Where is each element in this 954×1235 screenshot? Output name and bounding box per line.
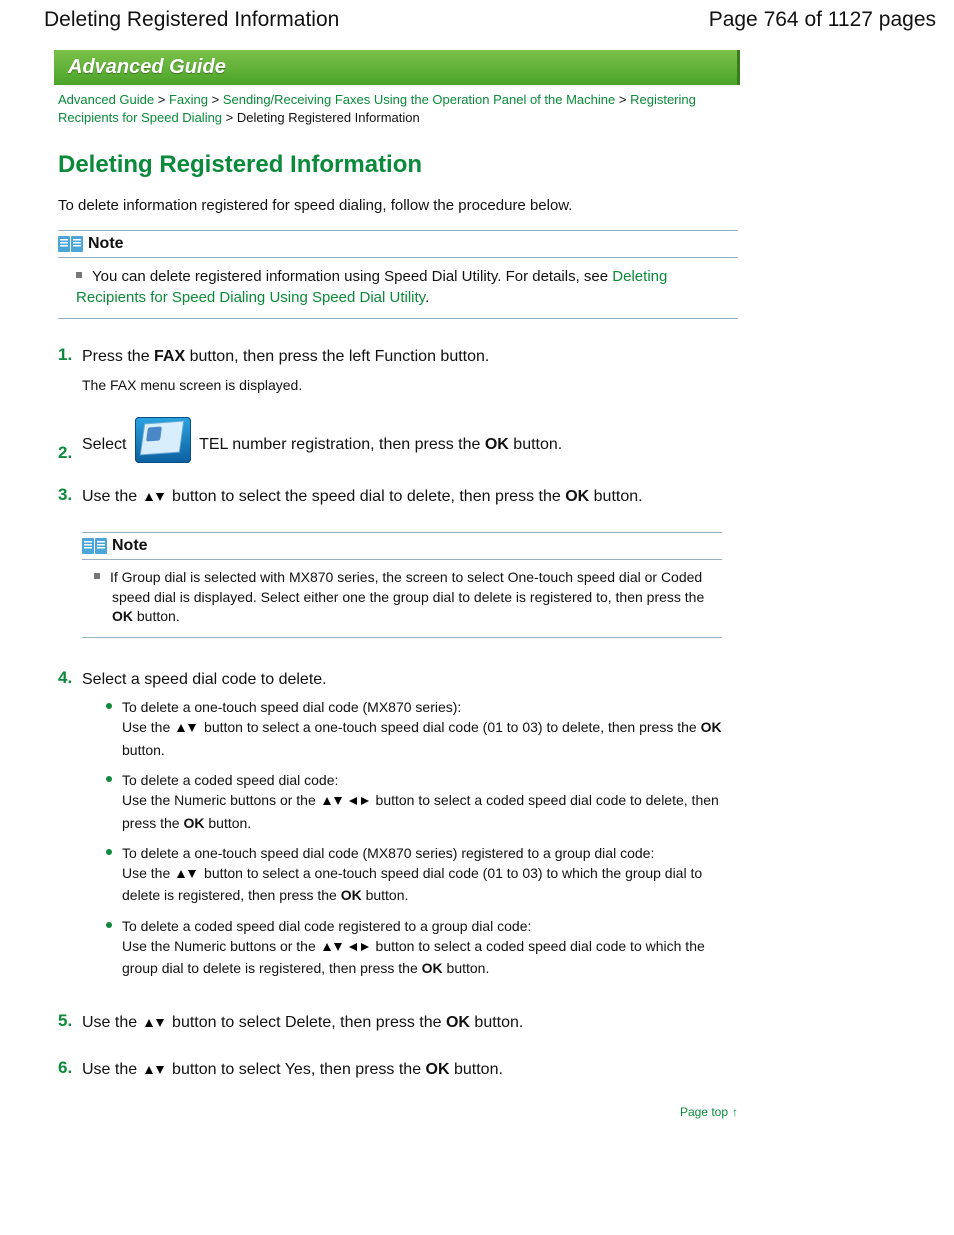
ok-label: OK — [183, 815, 204, 831]
page-top-link[interactable]: Page top — [680, 1105, 728, 1119]
step-number: 4. — [58, 668, 82, 989]
page-indicator: Page 764 of 1127 pages — [709, 8, 936, 32]
step-text: Press the — [82, 348, 154, 365]
step-5: 5. Use the button to select Delete, then… — [58, 1011, 738, 1036]
step-text: button to select the speed dial to delet… — [168, 488, 566, 505]
bullet-title: To delete a one-touch speed dial code (M… — [122, 845, 654, 861]
step-6: 6. Use the button to select Yes, then pr… — [58, 1058, 738, 1083]
left-right-icon — [348, 938, 370, 958]
step-text: TEL number registration, then press the — [195, 436, 485, 453]
step-text: Use the — [82, 488, 142, 505]
note-text: button. — [133, 608, 180, 624]
page-title: Deleting Registered Information — [44, 8, 339, 32]
step-1: 1. Press the FAX button, then press the … — [58, 345, 738, 394]
crumb-sep: > — [619, 92, 630, 107]
intro-text: To delete information registered for spe… — [58, 197, 738, 214]
note-label: Note — [112, 537, 148, 555]
note-icon — [82, 537, 108, 555]
step-text: Select a speed dial code to delete. — [82, 671, 327, 688]
left-right-icon — [348, 792, 370, 812]
crumb-sep: > — [212, 92, 223, 107]
crumb-faxing[interactable]: Faxing — [169, 92, 208, 107]
bullet-title: To delete a one-touch speed dial code (M… — [122, 699, 461, 715]
up-down-icon — [144, 1013, 166, 1036]
note-text: You can delete registered information us… — [92, 268, 612, 285]
note-icon — [58, 235, 84, 253]
ok-label: OK — [485, 436, 509, 453]
bullet-title: To delete a coded speed dial code: — [122, 772, 338, 788]
bullet-text: Use the Numeric buttons or the — [122, 792, 320, 808]
ok-label: OK — [422, 960, 443, 976]
step-number: 6. — [58, 1058, 82, 1083]
up-arrow-icon: ↑ — [732, 1105, 738, 1119]
step-text: button. — [509, 436, 562, 453]
step-text: Use the — [82, 1014, 142, 1031]
up-down-icon — [144, 1060, 166, 1083]
bullet-text: button. — [204, 815, 251, 831]
ok-label: OK — [341, 887, 362, 903]
list-item: To delete a coded speed dial code regist… — [122, 916, 738, 979]
bullet-text: button. — [443, 960, 490, 976]
crumb-sending-receiving[interactable]: Sending/Receiving Faxes Using the Operat… — [223, 92, 615, 107]
step-number: 2. — [58, 443, 82, 463]
step-text: button. — [450, 1061, 503, 1078]
ok-label: OK — [446, 1014, 470, 1031]
ok-label: OK — [565, 488, 589, 505]
list-item: To delete a one-touch speed dial code (M… — [122, 843, 738, 906]
note-text: If Group dial is selected with MX870 ser… — [110, 569, 704, 605]
bullet-text: Use the — [122, 865, 174, 881]
up-down-icon — [144, 487, 166, 510]
crumb-advanced-guide[interactable]: Advanced Guide — [58, 92, 154, 107]
step-number: 1. — [58, 345, 82, 394]
step-2: 2. Select TEL number registration, then … — [58, 417, 738, 463]
up-down-icon — [176, 719, 198, 739]
step-text: button to select Yes, then press the — [168, 1061, 426, 1078]
bullet-text: button to select a one-touch speed dial … — [200, 719, 700, 735]
bullet-text: button to select a one-touch speed dial … — [122, 865, 702, 903]
list-item: To delete a coded speed dial code: Use t… — [122, 770, 738, 833]
breadcrumb: Advanced Guide > Faxing > Sending/Receiv… — [58, 91, 738, 127]
note-block-inner: Note If Group dial is selected with MX87… — [82, 532, 738, 638]
step-subtext: The FAX menu screen is displayed. — [82, 375, 738, 395]
crumb-current: Deleting Registered Information — [237, 110, 420, 125]
ok-label: OK — [701, 719, 722, 735]
heading-h1: Deleting Registered Information — [58, 151, 738, 179]
step-text: button to select Delete, then press the — [168, 1014, 446, 1031]
bullet-icon — [94, 573, 100, 579]
tel-registration-icon — [135, 417, 191, 463]
note-text-end: . — [425, 289, 429, 306]
bullet-icon — [76, 272, 82, 278]
step-4: 4. Select a speed dial code to delete. T… — [58, 668, 738, 989]
guide-banner: Advanced Guide — [54, 50, 740, 85]
ok-label: OK — [112, 608, 133, 624]
step-text: button, then press the left Function but… — [185, 348, 489, 365]
step-text: Select — [82, 436, 131, 453]
bullet-text: Use the Numeric buttons or the — [122, 938, 320, 954]
up-down-icon — [176, 865, 198, 885]
crumb-sep: > — [158, 92, 169, 107]
bullet-text: button. — [362, 887, 409, 903]
ok-label: OK — [426, 1061, 450, 1078]
step-number: 3. — [58, 485, 82, 510]
note-label: Note — [88, 235, 124, 253]
bullet-title: To delete a coded speed dial code regist… — [122, 918, 531, 934]
step-text: button. — [470, 1014, 523, 1031]
fax-label: FAX — [154, 348, 185, 365]
note-block: Note You can delete registered informati… — [58, 230, 738, 319]
step-text: Use the — [82, 1061, 142, 1078]
crumb-sep: > — [226, 110, 237, 125]
up-down-icon — [322, 938, 344, 958]
step-number: 5. — [58, 1011, 82, 1036]
up-down-icon — [322, 792, 344, 812]
list-item: To delete a one-touch speed dial code (M… — [122, 697, 738, 760]
step-text: button. — [589, 488, 642, 505]
step-3: 3. Use the button to select the speed di… — [58, 485, 738, 510]
bullet-text: Use the — [122, 719, 174, 735]
bullet-text: button. — [122, 742, 165, 758]
